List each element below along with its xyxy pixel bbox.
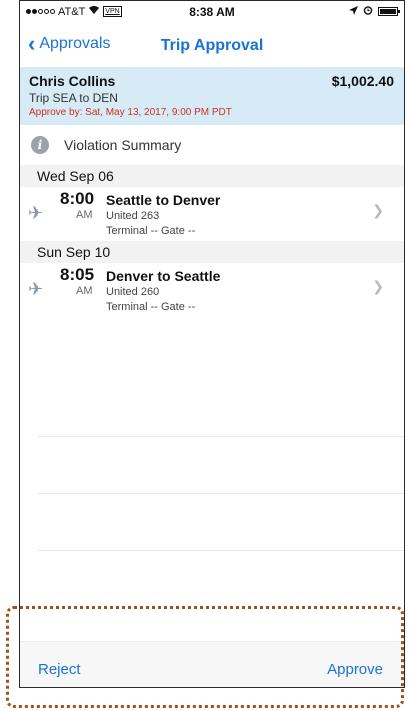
reject-button[interactable]: Reject <box>38 661 81 678</box>
chevron-right-icon: ❯ <box>372 202 384 218</box>
flight-number: United 260 <box>106 286 160 298</box>
flight-terminal: Terminal -- Gate -- <box>106 225 196 237</box>
alarm-icon <box>363 5 373 18</box>
violation-summary-row[interactable]: i Violation Summary <box>20 125 404 166</box>
flight-time: 8:05 <box>60 265 95 284</box>
airplane-icon: ✈ <box>28 203 44 223</box>
navigation-bar: ‹ Approvals Trip Approval <box>20 23 404 67</box>
flight-time: 8:00 <box>60 189 95 208</box>
phone-screen: AT&T VPN 8:38 AM ‹ Approvals Trip Approv… <box>19 0 405 688</box>
date-header: Wed Sep 06 <box>20 165 404 187</box>
trip-route: Trip SEA to DEN <box>29 91 118 105</box>
trip-summary: Chris Collins $1,002.40 Trip SEA to DEN … <box>20 67 404 125</box>
info-icon: i <box>31 136 49 154</box>
page-title: Trip Approval <box>160 37 264 54</box>
trip-amount: $1,002.40 <box>331 73 394 89</box>
status-right <box>349 5 400 18</box>
battery-icon <box>378 7 400 16</box>
list-divider <box>38 436 404 437</box>
airplane-icon: ✈ <box>28 279 44 299</box>
list-divider <box>38 550 404 551</box>
status-time: 8:38 AM <box>189 5 235 19</box>
date-label: Wed Sep 06 <box>37 168 114 184</box>
flight-route: Seattle to Denver <box>106 192 221 208</box>
traveler-name: Chris Collins <box>29 73 116 89</box>
status-bar: AT&T VPN 8:38 AM <box>20 1 404 23</box>
list-divider <box>38 493 404 494</box>
flight-route: Denver to Seattle <box>106 268 221 284</box>
chevron-right-icon: ❯ <box>372 278 384 294</box>
location-icon <box>349 5 358 18</box>
date-label: Sun Sep 10 <box>37 244 111 260</box>
flight-number: United 263 <box>106 210 160 222</box>
date-header: Sun Sep 10 <box>20 241 404 263</box>
flight-ampm: AM <box>76 209 93 221</box>
action-toolbar: Reject Approve <box>20 641 404 687</box>
flight-terminal: Terminal -- Gate -- <box>106 301 196 313</box>
violation-summary-label: Violation Summary <box>64 137 182 153</box>
approve-button[interactable]: Approve <box>327 661 383 678</box>
approval-deadline: Approve by: Sat, May 13, 2017, 9:00 PM P… <box>29 107 232 118</box>
flight-row-outbound[interactable]: ✈ 8:00 AM Seattle to Denver United 263 T… <box>20 187 404 241</box>
flight-ampm: AM <box>76 285 93 297</box>
flight-row-return[interactable]: ✈ 8:05 AM Denver to Seattle United 260 T… <box>20 263 404 317</box>
